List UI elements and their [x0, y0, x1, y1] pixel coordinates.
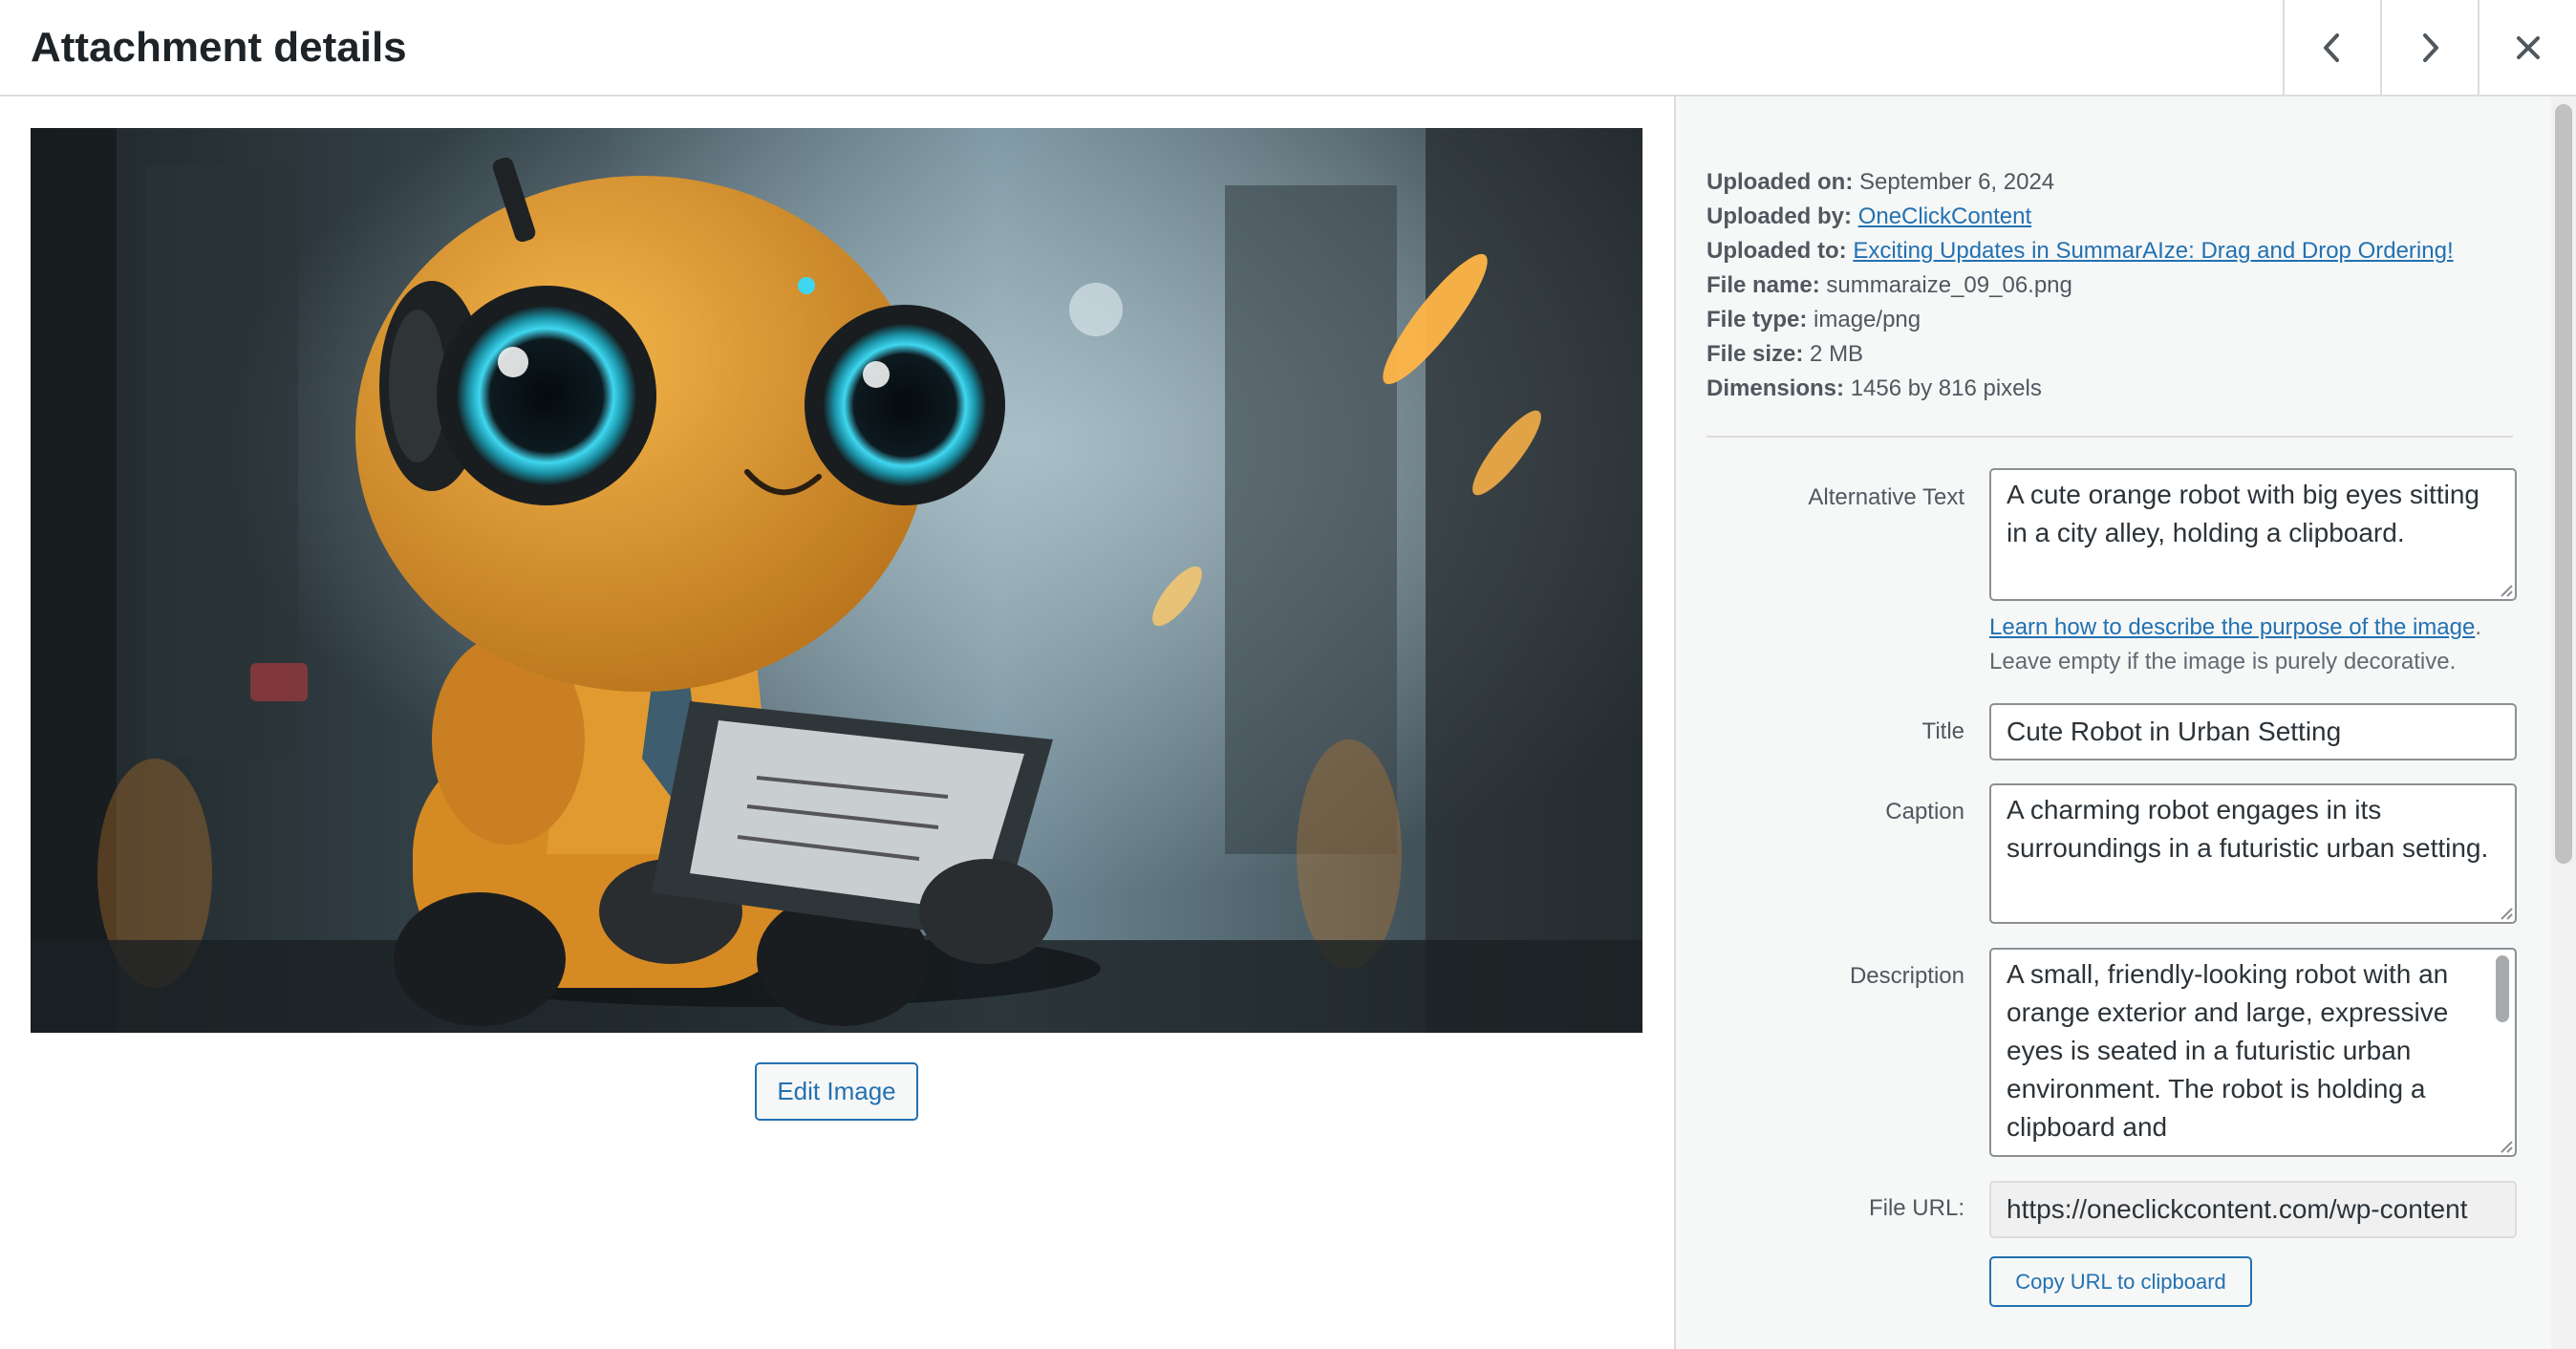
file-name-label: File name:: [1707, 272, 1820, 298]
file-size-value: 2 MB: [1810, 341, 1864, 367]
uploaded-to-link[interactable]: Exciting Updates in SummarAIze: Drag and…: [1853, 238, 2453, 264]
file-type-label: File type:: [1707, 307, 1808, 332]
page-title: Attachment details: [31, 24, 407, 71]
dimensions-row: Dimensions: 1456 by 816 pixels: [1707, 372, 2519, 406]
uploaded-by-label: Uploaded by:: [1707, 203, 1853, 229]
caption-label: Caption: [1885, 799, 1964, 824]
previous-attachment-button[interactable]: [2283, 0, 2380, 95]
description-scrollbar-thumb[interactable]: [2496, 955, 2509, 1022]
caption-field[interactable]: A charming robot engages in its surround…: [1989, 783, 2517, 924]
dimensions-value: 1456 by 816 pixels: [1850, 375, 2042, 401]
uploaded-to-label: Uploaded to:: [1707, 238, 1847, 264]
uploaded-by-link[interactable]: OneClickContent: [1858, 203, 2031, 229]
file-name-row: File name: summaraize_09_06.png: [1707, 268, 2519, 303]
title-value: Cute Robot in Urban Setting: [2007, 717, 2342, 746]
attachment-image: [31, 128, 1642, 1033]
resize-grip-icon[interactable]: [2498, 1138, 2513, 1153]
file-url-field[interactable]: https://oneclickcontent.com/wp-content: [1989, 1181, 2517, 1238]
description-field[interactable]: A small, friendly-looking robot with an …: [1989, 948, 2517, 1157]
attachment-details-sidebar: Uploaded on: September 6, 2024 Uploaded …: [1674, 96, 2576, 1349]
alt-text-value: A cute orange robot with big eyes sittin…: [2007, 480, 2479, 547]
uploaded-on-label: Uploaded on:: [1707, 169, 1854, 195]
alt-text-help-link[interactable]: Learn how to describe the purpose of the…: [1989, 614, 2475, 640]
description-label: Description: [1849, 963, 1964, 989]
chevron-left-icon: [2324, 32, 2339, 62]
close-button[interactable]: [2478, 0, 2576, 95]
chevron-right-icon: [2423, 32, 2438, 62]
uploaded-on-value: September 6, 2024: [1859, 169, 2055, 195]
sidebar-scrollbar-thumb[interactable]: [2555, 104, 2572, 864]
file-type-row: File type: image/png: [1707, 303, 2519, 337]
dimensions-label: Dimensions:: [1707, 375, 1845, 401]
file-url-label: File URL:: [1868, 1195, 1964, 1221]
alt-text-field[interactable]: A cute orange robot with big eyes sittin…: [1989, 468, 2517, 601]
close-icon: [2516, 35, 2540, 59]
resize-grip-icon[interactable]: [2498, 582, 2513, 597]
edit-image-button[interactable]: Edit Image: [755, 1062, 918, 1121]
alt-text-help: Learn how to describe the purpose of the…: [1989, 610, 2524, 679]
next-attachment-button[interactable]: [2380, 0, 2478, 95]
alt-text-help-note: Leave empty if the image is purely decor…: [1989, 649, 2457, 674]
file-name-value: summaraize_09_06.png: [1826, 272, 2072, 298]
title-label: Title: [1921, 718, 1964, 744]
file-size-row: File size: 2 MB: [1707, 337, 2519, 372]
description-value: A small, friendly-looking robot with an …: [2007, 959, 2449, 1142]
uploaded-on-row: Uploaded on: September 6, 2024: [1707, 165, 2519, 200]
modal-header: Attachment details: [0, 0, 2576, 96]
file-info: Uploaded on: September 6, 2024 Uploaded …: [1707, 165, 2519, 406]
caption-value: A charming robot engages in its surround…: [2007, 795, 2489, 863]
alt-text-help-period: .: [2475, 614, 2481, 640]
uploaded-by-row: Uploaded by: OneClickContent: [1707, 200, 2519, 234]
alt-text-label: Alternative Text: [1808, 484, 1964, 510]
copy-url-button[interactable]: Copy URL to clipboard: [1989, 1256, 2252, 1307]
divider: [1707, 436, 2513, 438]
uploaded-to-row: Uploaded to: Exciting Updates in SummarA…: [1707, 234, 2519, 268]
file-size-label: File size:: [1707, 341, 1804, 367]
file-type-value: image/png: [1814, 307, 1921, 332]
media-pane: Edit Image: [0, 96, 1674, 1349]
title-field[interactable]: Cute Robot in Urban Setting: [1989, 703, 2517, 760]
resize-grip-icon[interactable]: [2498, 905, 2513, 920]
